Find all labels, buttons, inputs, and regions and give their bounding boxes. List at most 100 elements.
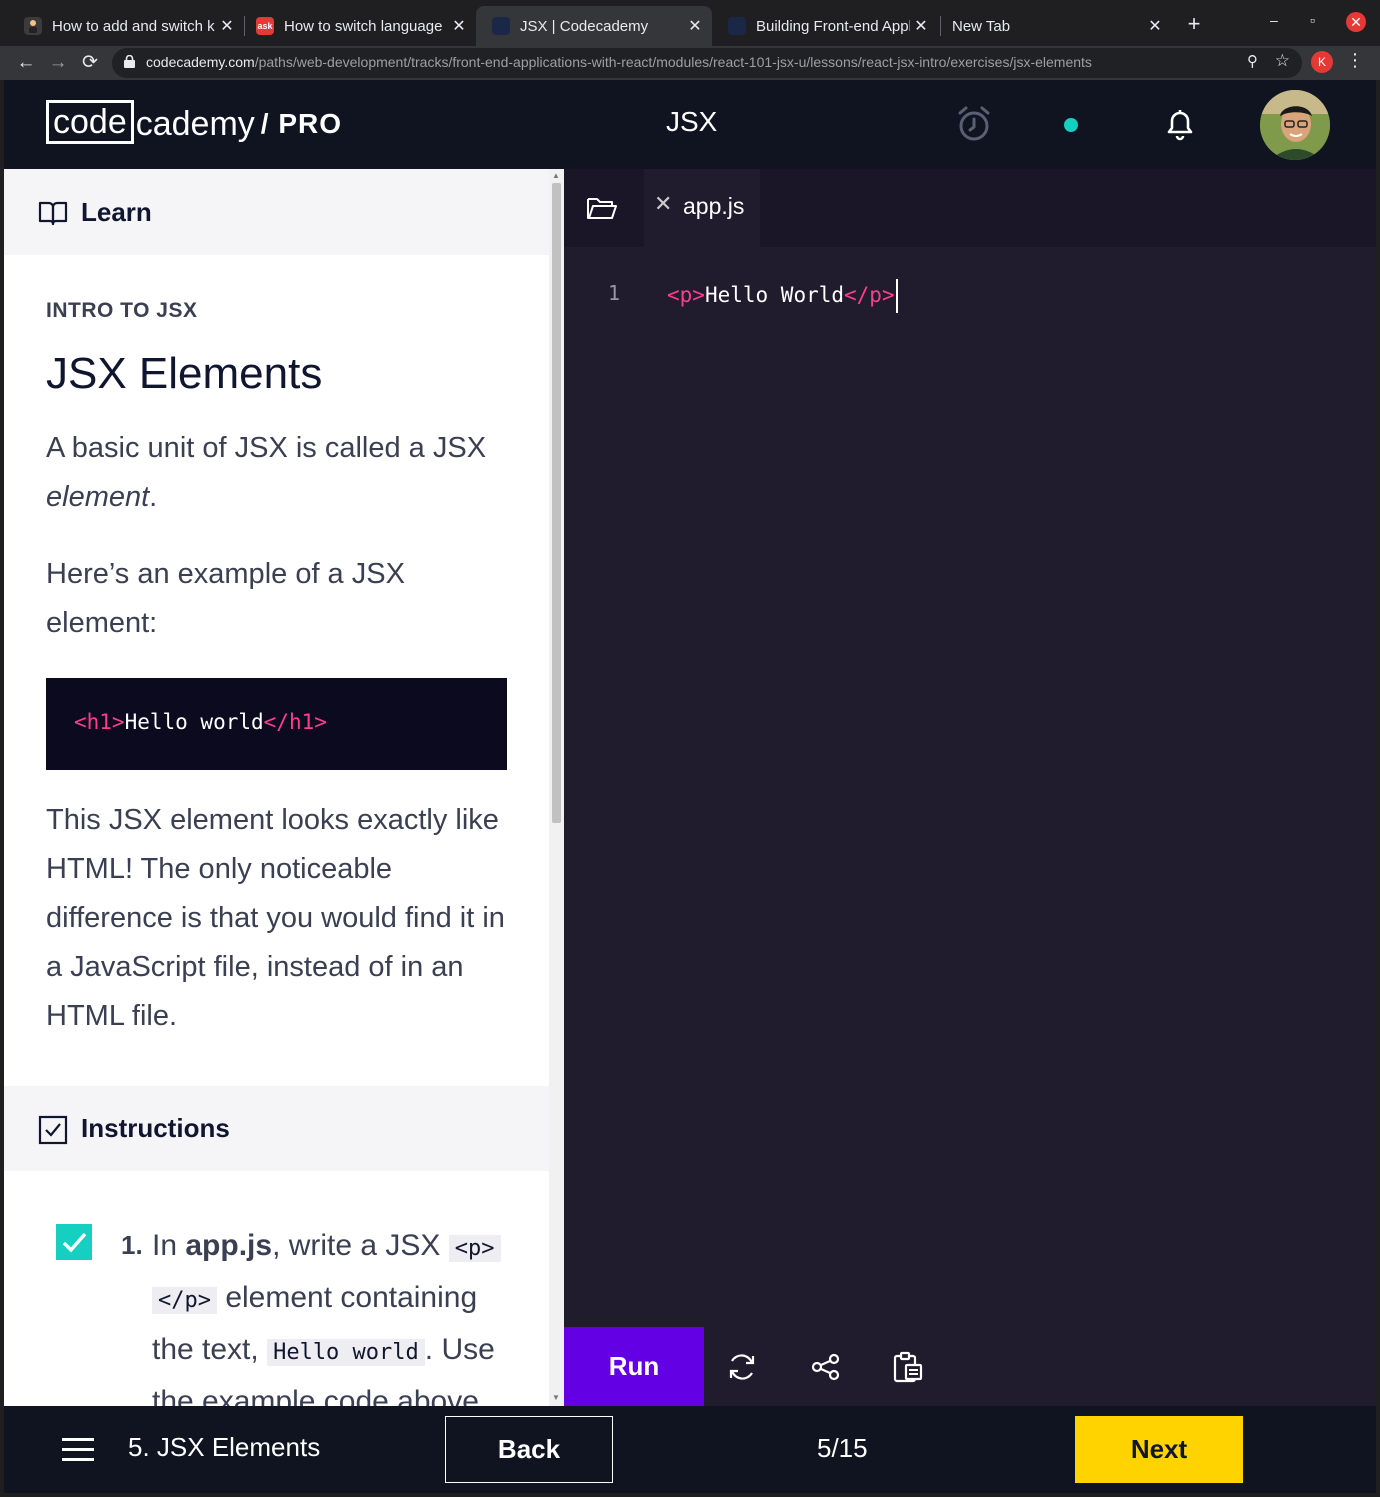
scroll-down-arrow-icon[interactable]: ▼ [552,1393,560,1402]
codecademy-favicon-icon [728,17,746,35]
paragraph-text: . [149,481,158,513]
user-avatar[interactable] [1260,90,1330,160]
file-tab-name: app.js [683,193,745,219]
browser-tab-5[interactable]: New Tab ✕ [936,6,1172,46]
tab-title: JSX | Codecademy [520,17,649,35]
window-frame-right [1376,80,1380,1497]
clipboard-icon[interactable] [892,1351,924,1383]
alarm-clock-icon[interactable] [954,104,994,144]
text-cursor [895,279,898,313]
browser-tab-1[interactable]: How to add and switch k ✕ [8,6,244,46]
editor-tab-bar: ✕ app.js [564,169,1376,247]
window-frame-left [0,80,4,1497]
reset-refresh-icon[interactable] [726,1351,758,1383]
course-title: JSX [666,106,718,137]
paragraph-text: A basic unit of JSX is called a JSX [46,432,487,464]
close-file-icon[interactable]: ✕ [654,191,672,217]
address-bar[interactable]: codecademy.com/paths/web-development/tra… [112,48,1302,78]
checkbox-icon [38,1115,68,1145]
next-button[interactable]: Next [1075,1416,1243,1483]
code-editor[interactable]: ✕ app.js 1 <p>Hello World</p> [564,169,1376,1327]
run-button[interactable]: Run [564,1327,704,1406]
instructions-label: Instructions [81,1113,230,1143]
tab-close-icon[interactable]: ✕ [448,16,470,36]
tab-title: Building Front-end Appl [756,17,910,35]
tab-title: New Tab [952,17,1011,35]
lesson-progress: 5/15 [817,1433,868,1463]
logo-pro: / PRO [260,108,343,139]
share-icon[interactable] [810,1351,842,1383]
logo-cademy: cademy [135,105,255,143]
minimize-icon[interactable]: – [1270,12,1278,28]
lesson-paragraph-3: This JSX element looks exactly like HTML… [46,804,505,1032]
checkmark-icon [62,1232,87,1253]
logo-code: code [46,100,134,144]
hamburger-menu-icon[interactable] [62,1438,94,1468]
url-text: codecademy.com/paths/web-development/tra… [146,54,1092,70]
browser-menu-icon[interactable]: ⋮ [1346,50,1364,71]
back-button[interactable]: Back [445,1416,613,1483]
file-browser-button[interactable] [564,169,642,247]
open-book-icon [38,201,68,226]
code-open-tag: <p> [667,283,705,307]
step-text: , write a JSX [272,1229,449,1262]
file-tab-app-js[interactable]: ✕ app.js [644,169,760,247]
tab-close-icon[interactable]: ✕ [1144,16,1166,36]
browser-tab-strip: How to add and switch k ✕ ask How to swi… [0,0,1380,46]
code-text: Hello world [124,710,264,734]
instructions-section-header: Instructions [4,1086,549,1171]
line-number: 1 [608,281,621,305]
url-host: codecademy.com [146,54,255,70]
inline-code: Hello world [267,1339,425,1366]
codecademy-favicon-icon [492,17,510,35]
window-frame-bottom [0,1493,1380,1497]
codecademy-header: code cademy / PRO JSX [4,80,1376,169]
back-arrow-icon[interactable]: ← [14,51,38,75]
browser-profile-avatar[interactable]: K [1311,51,1333,73]
maximize-icon[interactable]: ▫ [1310,12,1315,28]
code-close-tag: </p> [844,283,895,307]
scroll-up-arrow-icon[interactable]: ▲ [552,171,560,180]
current-lesson-name[interactable]: 5. JSX Elements [128,1432,320,1463]
tab-title: How to add and switch k [52,17,215,35]
browser-tab-4[interactable]: Building Front-end Appl ✕ [712,6,938,46]
step-instruction-text: In app.js, write a JSX <p> </p> element … [152,1221,512,1406]
browser-tab-2[interactable]: ask How to switch language ✕ [240,6,476,46]
learn-label: Learn [81,197,152,227]
tab-close-icon[interactable]: ✕ [910,16,932,36]
bookmark-star-icon[interactable]: ☆ [1275,51,1290,71]
person-favicon-icon [24,17,42,35]
lesson-paragraph-2: Here’s an example of a JSX element: [46,558,405,639]
tab-close-icon[interactable]: ✕ [216,16,238,36]
lesson-navigation-bar: 5. JSX Elements Back 5/15 Next [4,1406,1376,1493]
zoom-magnifier-icon[interactable]: ⚲ [1247,52,1258,70]
lock-icon [124,55,135,68]
browser-tab-3-active[interactable]: JSX | Codecademy ✕ [476,6,712,46]
editor-footer: Run [564,1327,1376,1406]
ask-favicon-icon: ask [256,17,274,35]
lesson-pane[interactable]: Learn INTRO TO JSX JSX Elements A basic … [4,169,549,1406]
step-number: 1. [121,1230,143,1260]
notification-bell-icon[interactable] [1160,104,1200,144]
inline-code: </p> [152,1287,217,1314]
forward-arrow-icon[interactable]: → [46,51,70,75]
browser-toolbar: ← → ⟳ codecademy.com/paths/web-developme… [0,46,1380,80]
online-status-dot [1064,118,1078,132]
tab-close-icon[interactable]: ✕ [684,16,706,36]
reload-icon[interactable]: ⟳ [78,51,102,75]
code-close-tag: </h1> [263,710,327,734]
scrollbar-thumb[interactable] [552,183,561,823]
learn-section-header: Learn [4,169,549,255]
tab-title: How to switch language [284,17,443,35]
lesson-scrollbar[interactable]: ▲ ▼ [549,169,564,1406]
lesson-title: JSX Elements [46,349,323,398]
new-tab-plus-icon[interactable]: + [1182,12,1206,36]
code-line-1[interactable]: <p>Hello World</p> [667,279,898,313]
emphasis-text: element [46,481,150,513]
task-complete-checkbox[interactable] [56,1224,92,1260]
codecademy-pro-logo[interactable]: code cademy / PRO [46,100,342,144]
step-text: In [152,1229,186,1262]
window-close-icon[interactable]: ✕ [1346,12,1366,32]
lesson-kicker: INTRO TO JSX [46,299,198,322]
inline-code: <p> [448,1235,501,1262]
